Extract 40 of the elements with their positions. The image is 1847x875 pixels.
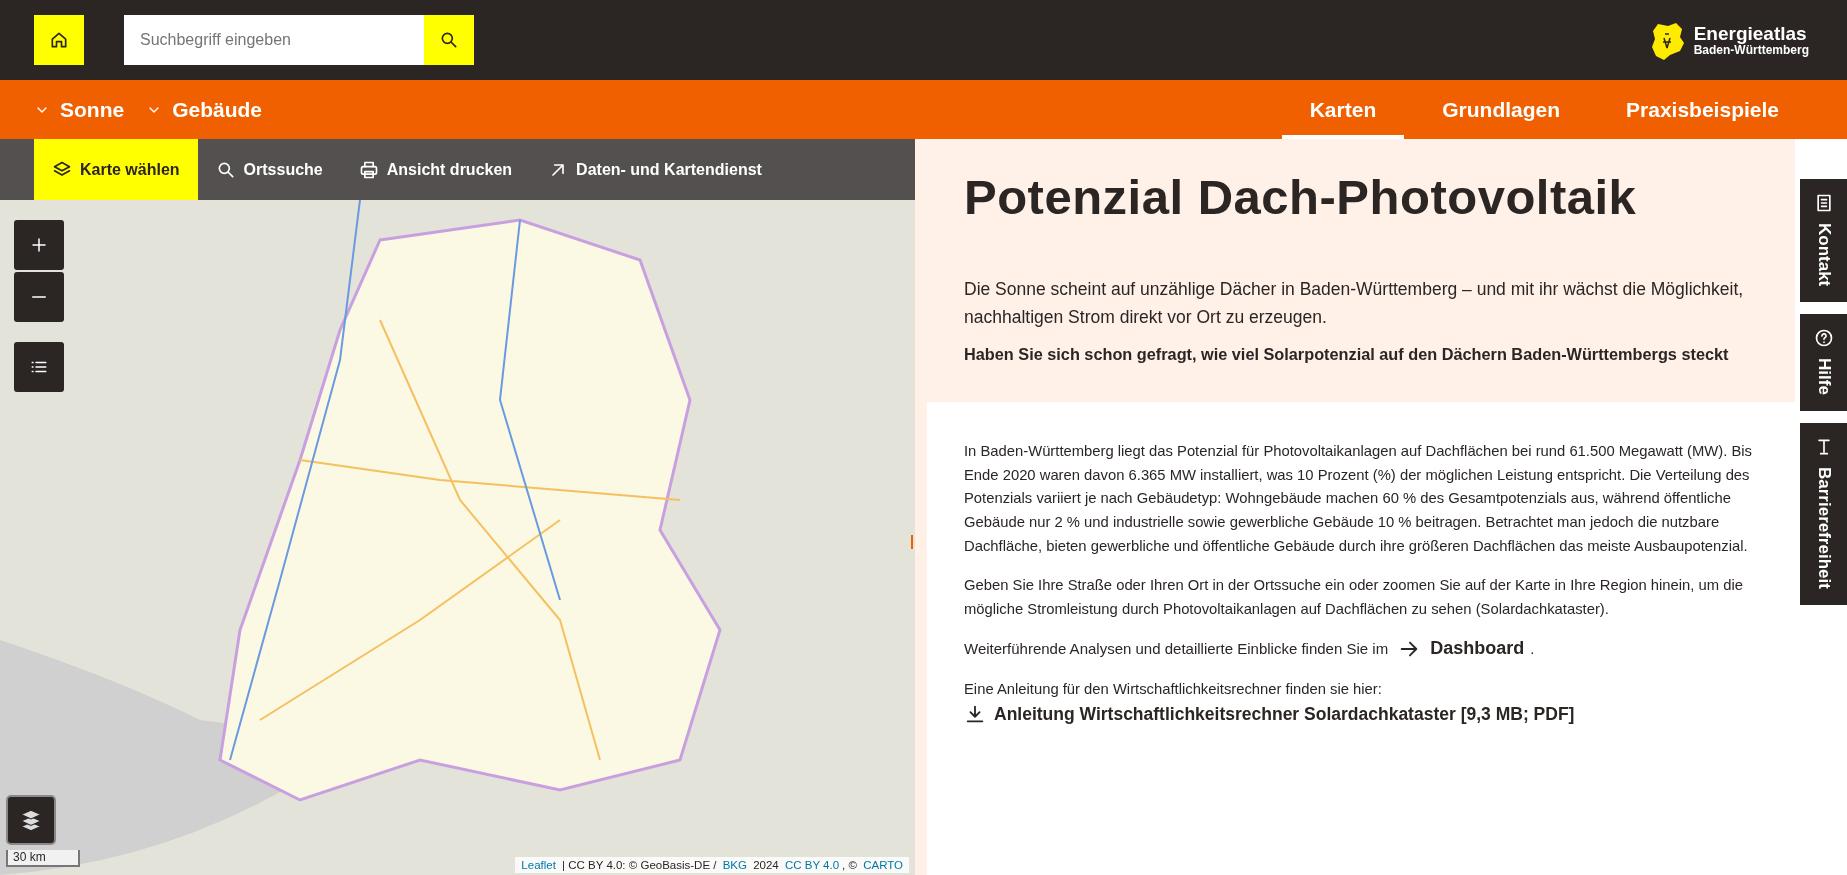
question-text: Haben Sie sich schon gefragt, wie viel Solarpotenzial auf den Dächern Baden-Württembergs steckt (964, 345, 1730, 364)
paragraph: In Baden-Württemberg liegt das Potenzial für Photovoltaikanlagen auf Dachflächen bei rund 61.500 Megawatt (MW). Bis Ende 2020 waren davon 6.365 MW installiert, was 10 Prozent (%) der möglichen Leistung entspricht. Die Verteilung des Potenzials variiert je nach Gebäudetyp: Wohngebäude machen 60 % des Gesamtpotenzials aus, während öffentliche Gebäude nur 2 % und industrielle sowie gewerbliche Gebäude 10 % beitragen. Betrachtet man jedoch die nutzbare Dachfläche, bieten gewerbliche und öffentliche Gebäude durch ihre größeren Dachflächen das meiste Ausbaupotenzial. (964, 442, 1753, 556)
logo-title[interactable]: Energieatlas (1693, 23, 1809, 44)
paragraph: Geben Sie Ihre Straße oder Ihren Ort in der Ortssuche ein oder zoomen Sie auf der Karte in Ihre Region hinein, um die mögliche Stromleistung durch Photovoltaikanlagen auf Dachflächen zu sehen (Solardachkataster). (964, 576, 1744, 620)
side-tab[interactable]: Kontakt (1800, 179, 1847, 303)
minus-icon (32, 296, 46, 298)
toolbar-button[interactable]: Daten- und Kartendienst (530, 139, 780, 200)
attribution-text: , © (842, 859, 858, 871)
attribution-link[interactable]: CARTO (863, 859, 903, 871)
layers-button[interactable] (6, 795, 56, 845)
attribution-text: 2024 (752, 859, 780, 871)
question-icon (1813, 328, 1834, 349)
attribution-link[interactable]: BKG (722, 859, 747, 871)
toolbar-button[interactable]: Ansicht drucken (340, 139, 531, 200)
paragraph: Eine Anleitung für den Wirtschaftlichkeitsrechner finden sie hier: (964, 679, 1383, 699)
period-text: . (1530, 640, 1535, 658)
download-link[interactable]: Anleitung Wirtschaftlichkeitsrechner Solardachkataster [9,3 MB; PDF] (964, 703, 1575, 726)
attribution-link[interactable]: CC BY 4.0 (784, 859, 840, 871)
toolbar-button[interactable]: Karte wählen (34, 139, 198, 200)
plus-icon (30, 236, 48, 254)
attribution-link[interactable]: Leaflet (521, 859, 556, 871)
intro-text: Die Sonne scheint auf unzählige Dächer in Baden-Württemberg – und mit ihr wächst die Möglichkeit, nachhaltigen Strom direkt vor Ort zu erzeugen. (964, 278, 1745, 329)
printer-icon (358, 159, 379, 180)
paragraph: Weiterführende Analysen und detaillierte Einblicke finden Sie im (964, 640, 1389, 658)
search-field[interactable]: Suchbegriff eingeben (124, 15, 424, 65)
scale-bar: 30 km (6, 850, 80, 867)
dashboard-link[interactable]: Dashboard (1398, 637, 1525, 660)
attribution-text: | CC BY 4.0: © GeoBasis-DE / (561, 859, 718, 871)
side-tab[interactable]: Barrierefreiheit (1800, 423, 1847, 605)
logo-subtitle[interactable]: Baden-Württemberg (1693, 43, 1809, 57)
zoom-in-button[interactable] (14, 220, 64, 270)
home-icon (49, 30, 69, 50)
toolbar-button[interactable]: Ortssuche (197, 139, 341, 200)
search-icon (439, 30, 459, 50)
home-button[interactable] (34, 15, 84, 65)
legend-button[interactable] (14, 342, 64, 392)
search-button[interactable] (424, 15, 474, 65)
side-tab[interactable]: Hilfe (1800, 314, 1847, 412)
layers-icon (18, 807, 44, 833)
page-title: Potenzial Dach-Photovoltaik (964, 169, 1638, 225)
